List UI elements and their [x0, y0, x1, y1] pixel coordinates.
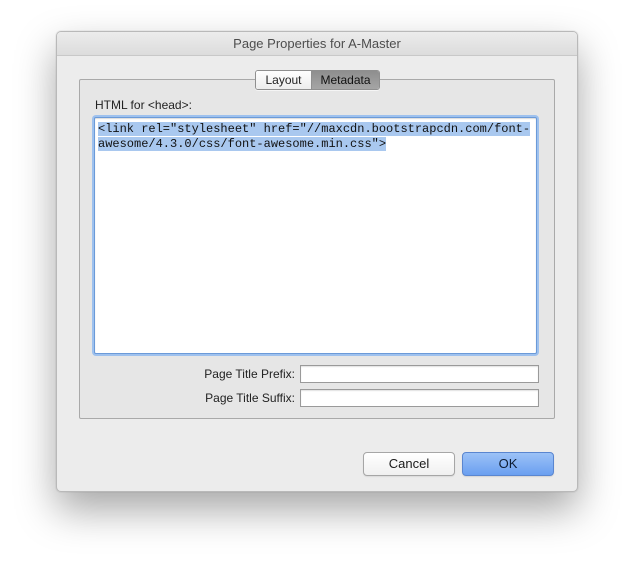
- page-properties-dialog: Page Properties for A-Master Layout Meta…: [56, 31, 578, 492]
- tab-metadata[interactable]: Metadata: [312, 71, 379, 89]
- title-prefix-input[interactable]: [300, 365, 539, 383]
- dialog-title: Page Properties for A-Master: [57, 32, 577, 56]
- tab-layout[interactable]: Layout: [256, 71, 312, 89]
- title-suffix-label: Page Title Suffix:: [205, 391, 295, 405]
- cancel-button[interactable]: Cancel: [363, 452, 455, 476]
- html-for-head-label: HTML for <head>:: [95, 98, 192, 112]
- head-html-textarea[interactable]: <link rel="stylesheet" href="//maxcdn.bo…: [94, 117, 537, 354]
- screen: Page Properties for A-Master Layout Meta…: [0, 0, 632, 571]
- ok-button[interactable]: OK: [462, 452, 554, 476]
- title-suffix-input[interactable]: [300, 389, 539, 407]
- head-html-text: <link rel="stylesheet" href="//maxcdn.bo…: [98, 122, 531, 151]
- title-prefix-label: Page Title Prefix:: [204, 367, 295, 381]
- tab-segmented-control: Layout Metadata: [255, 70, 380, 90]
